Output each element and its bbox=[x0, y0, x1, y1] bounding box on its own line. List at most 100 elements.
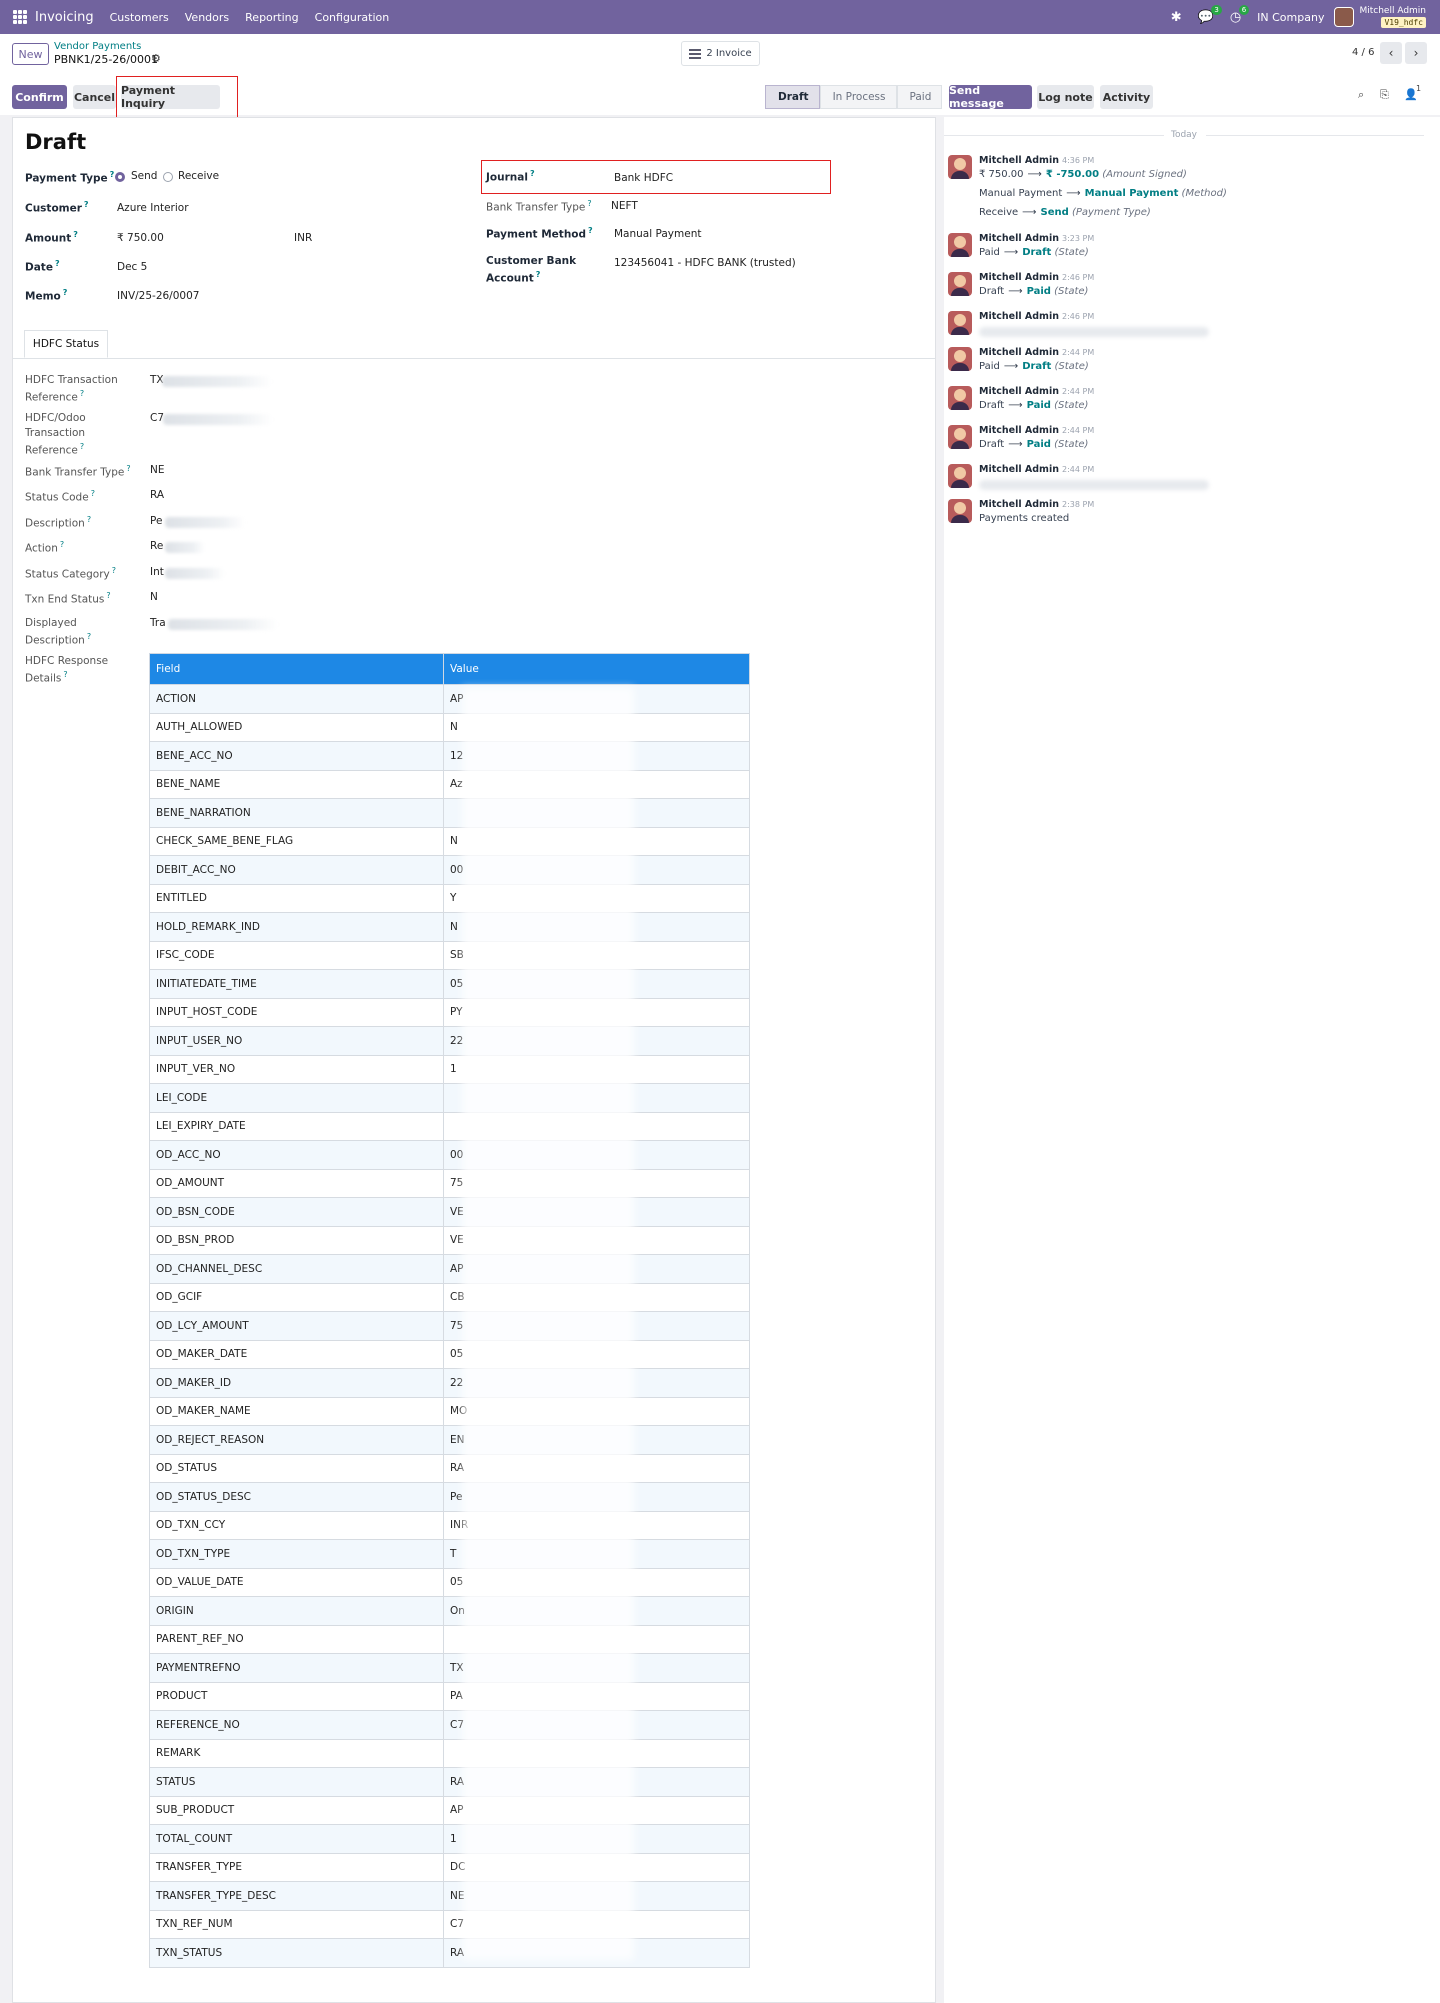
bank-transfer-type-field[interactable]: NEFT bbox=[611, 200, 638, 212]
table-row: TRANSFER_TYPE DC bbox=[149, 1852, 750, 1882]
table-row: OD_AMOUNT 75 bbox=[149, 1168, 750, 1198]
tracking-line: Paid ⟶ Draft (State) bbox=[979, 247, 1089, 258]
tab-hdfc-status[interactable]: HDFC Status bbox=[24, 330, 108, 358]
date-field[interactable]: Dec 5 bbox=[117, 261, 147, 273]
field-cell: DEBIT_ACC_NO bbox=[149, 855, 444, 885]
author-avatar[interactable] bbox=[948, 386, 972, 410]
breadcrumb-parent[interactable]: Vendor Payments bbox=[54, 41, 141, 52]
field-cell: OD_TXN_TYPE bbox=[149, 1539, 444, 1569]
breadcrumb-current: PBNK1/25-26/0001 bbox=[54, 53, 158, 66]
field-cell: OD_BSN_CODE bbox=[149, 1197, 444, 1227]
table-row: OD_TXN_TYPE T bbox=[149, 1539, 750, 1569]
author-avatar[interactable] bbox=[948, 233, 972, 257]
currency-field[interactable]: INR bbox=[294, 232, 312, 244]
author-avatar[interactable] bbox=[948, 499, 972, 523]
table-row: INITIATEDATE_TIME 05 bbox=[149, 969, 750, 999]
memo-field[interactable]: INV/25-26/0007 bbox=[117, 290, 199, 302]
message-author[interactable]: Mitchell Admin 2:44 PM bbox=[979, 386, 1094, 397]
hdfc-odoo-ref-value: C7 bbox=[150, 412, 165, 424]
message-author[interactable]: Mitchell Admin 2:46 PM bbox=[979, 272, 1094, 283]
status-code-value: RA bbox=[150, 489, 165, 501]
field-cell: OD_GCIF bbox=[149, 1282, 444, 1312]
message-author[interactable]: Mitchell Admin 3:23 PM bbox=[979, 233, 1094, 244]
bug-icon[interactable]: ✱ bbox=[1171, 10, 1182, 25]
invoice-smart-button[interactable]: 2 Invoice bbox=[681, 41, 760, 66]
table-row: INPUT_USER_NO 22 bbox=[149, 1026, 750, 1056]
customer-bank-field[interactable]: 123456041 - HDFC BANK (trusted) bbox=[614, 257, 796, 269]
status-bar: Draft In Process Paid bbox=[765, 85, 943, 109]
pager-previous-button[interactable]: ‹ bbox=[1380, 42, 1402, 64]
author-avatar[interactable] bbox=[948, 464, 972, 488]
message-author[interactable]: Mitchell Admin 2:44 PM bbox=[979, 347, 1094, 358]
user-menu[interactable]: Mitchell Admin V19_hdfc bbox=[1359, 6, 1426, 28]
status-paid[interactable]: Paid bbox=[896, 85, 943, 109]
table-row: OD_STATUS_DESC Pe bbox=[149, 1482, 750, 1512]
payment-method-label: Payment Method? bbox=[486, 226, 593, 241]
status-in-process[interactable]: In Process bbox=[819, 85, 897, 109]
hdfc-response-label-2: Details? bbox=[25, 670, 68, 685]
pager-value[interactable]: 4 / 6 bbox=[1352, 47, 1374, 58]
status-draft[interactable]: Draft bbox=[765, 85, 820, 109]
radio-send-label[interactable]: Send bbox=[131, 170, 157, 182]
author-avatar[interactable] bbox=[948, 347, 972, 371]
field-cell: LEI_CODE bbox=[149, 1083, 444, 1113]
field-cell: OD_MAKER_ID bbox=[149, 1368, 444, 1398]
author-avatar[interactable] bbox=[948, 425, 972, 449]
field-cell: PRODUCT bbox=[149, 1681, 444, 1711]
menu-configuration[interactable]: Configuration bbox=[315, 11, 390, 24]
status-code-label: Status Code? bbox=[25, 489, 95, 504]
table-row: BENE_ACC_NO 12 bbox=[149, 741, 750, 771]
payment-method-field[interactable]: Manual Payment bbox=[614, 228, 701, 240]
table-row: LEI_CODE bbox=[149, 1083, 750, 1113]
table-row: TXN_REF_NUM C7 bbox=[149, 1909, 750, 1939]
company-switcher[interactable]: IN Company bbox=[1257, 11, 1324, 24]
paperclip-icon[interactable]: ⎘ bbox=[1380, 88, 1389, 102]
table-row: HOLD_REMARK_IND N bbox=[149, 912, 750, 942]
confirm-button[interactable]: Confirm bbox=[12, 85, 67, 109]
displayed-description-label-1: Displayed bbox=[25, 617, 77, 629]
message-author[interactable]: Mitchell Admin 2:44 PM bbox=[979, 464, 1094, 475]
gear-icon[interactable]: ⚙ bbox=[151, 52, 161, 65]
menu-customers[interactable]: Customers bbox=[110, 11, 169, 24]
field-cell: OD_ACC_NO bbox=[149, 1140, 444, 1170]
field-cell: SUB_PRODUCT bbox=[149, 1795, 444, 1825]
tracking-line: Draft ⟶ Paid (State) bbox=[979, 286, 1089, 297]
field-cell: INPUT_USER_NO bbox=[149, 1026, 444, 1056]
radio-receive[interactable] bbox=[163, 172, 173, 182]
app-title[interactable]: Invoicing bbox=[35, 10, 94, 25]
field-cell: CHECK_SAME_BENE_FLAG bbox=[149, 826, 444, 856]
activities-badge: 6 bbox=[1238, 4, 1250, 15]
field-cell: ACTION bbox=[149, 684, 444, 714]
customer-field[interactable]: Azure Interior bbox=[117, 202, 189, 214]
amount-field[interactable]: ₹ 750.00 bbox=[117, 232, 164, 244]
message-author[interactable]: Mitchell Admin 4:36 PM bbox=[979, 155, 1094, 166]
messages-icon[interactable]: 💬 3 bbox=[1198, 4, 1222, 25]
message-author[interactable]: Mitchell Admin 2:46 PM bbox=[979, 311, 1094, 322]
log-note-button[interactable]: Log note bbox=[1037, 85, 1094, 109]
send-message-button[interactable]: Send message bbox=[949, 84, 1032, 110]
redacted-blur bbox=[165, 542, 205, 553]
menu-reporting[interactable]: Reporting bbox=[245, 11, 298, 24]
cancel-button[interactable]: Cancel bbox=[73, 85, 116, 109]
journal-field[interactable]: Bank HDFC bbox=[614, 172, 673, 184]
menu-vendors[interactable]: Vendors bbox=[185, 11, 229, 24]
radio-receive-label[interactable]: Receive bbox=[178, 170, 219, 182]
author-avatar[interactable] bbox=[948, 311, 972, 335]
table-row: DEBIT_ACC_NO 00 bbox=[149, 855, 750, 885]
author-avatar[interactable] bbox=[948, 155, 972, 179]
activities-icon[interactable]: ◷ 6 bbox=[1230, 4, 1250, 25]
activity-button[interactable]: Activity bbox=[1100, 85, 1153, 109]
apps-menu-icon[interactable] bbox=[13, 10, 27, 24]
divider bbox=[1206, 135, 1424, 136]
message-author[interactable]: Mitchell Admin 2:38 PM bbox=[979, 499, 1094, 510]
redacted-blur-region bbox=[462, 687, 634, 1960]
author-avatar[interactable] bbox=[948, 272, 972, 296]
new-button[interactable]: New bbox=[12, 43, 49, 65]
pager-next-button[interactable]: › bbox=[1405, 42, 1427, 64]
description-value: Pe bbox=[150, 515, 163, 527]
search-icon[interactable]: ⌕ bbox=[1358, 88, 1364, 102]
message-author[interactable]: Mitchell Admin 2:44 PM bbox=[979, 425, 1094, 436]
radio-send[interactable] bbox=[115, 172, 125, 182]
hdfc-response-label-1: HDFC Response bbox=[25, 655, 109, 667]
user-avatar[interactable] bbox=[1334, 7, 1355, 27]
